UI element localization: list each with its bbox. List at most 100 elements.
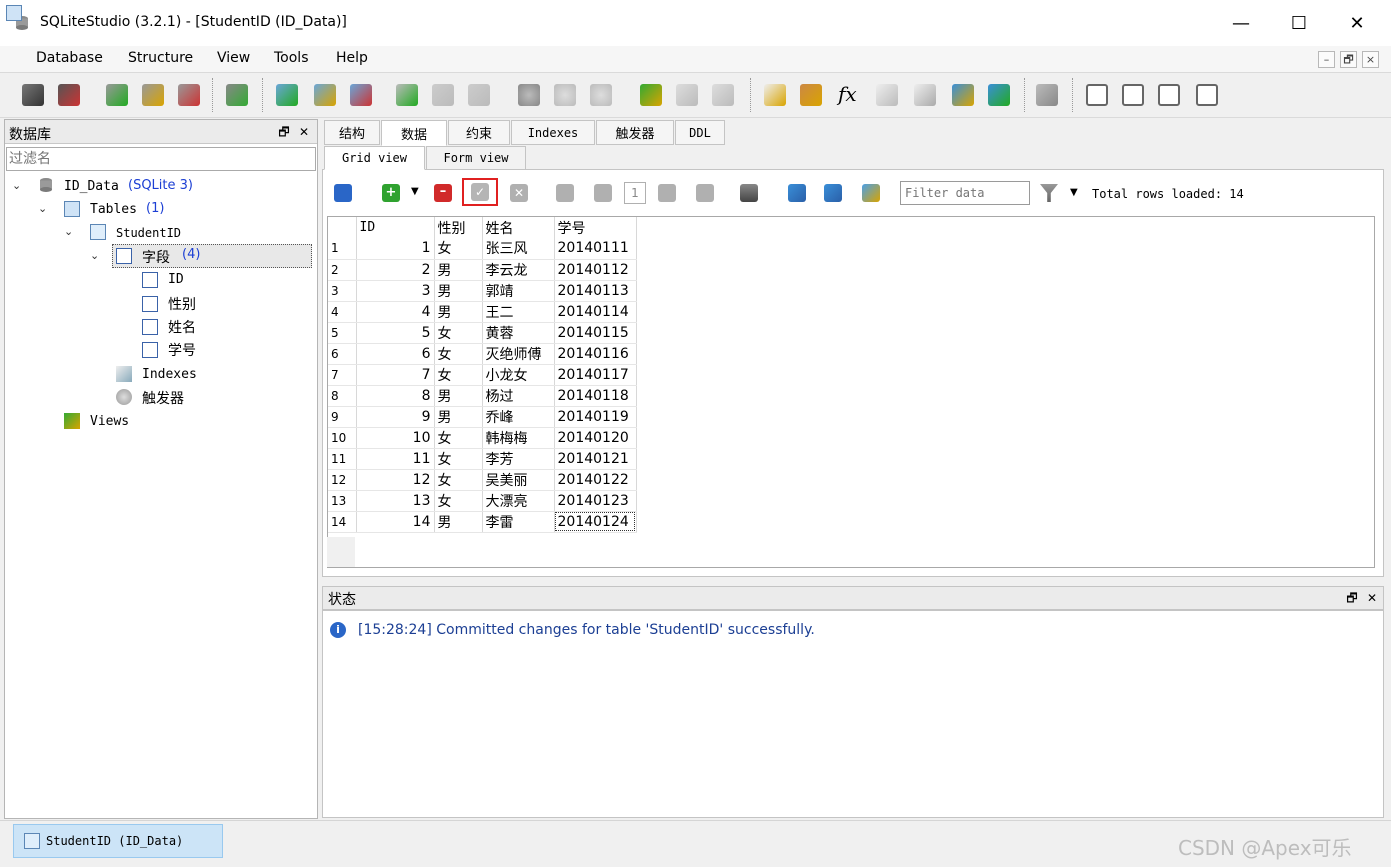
print-icon[interactable] <box>740 184 758 202</box>
column-header[interactable]: 姓名 <box>482 217 555 238</box>
student-no-cell[interactable]: 20140115 <box>554 322 637 344</box>
student-no-cell[interactable]: 20140111 <box>554 238 637 260</box>
subtab-grid-view[interactable]: Grid view <box>324 146 425 170</box>
import-grid-icon[interactable] <box>824 184 842 202</box>
sex-cell[interactable]: 男 <box>434 280 483 302</box>
tree-column-item[interactable]: ID <box>168 272 184 287</box>
table-row[interactable]: 4 4 男王二 20140114 <box>328 301 637 323</box>
name-cell[interactable]: 王二 <box>482 301 555 323</box>
sex-cell[interactable]: 男 <box>434 511 483 533</box>
add-view-icon[interactable] <box>640 84 662 106</box>
name-cell[interactable]: 灭绝师傅 <box>482 343 555 365</box>
name-cell[interactable]: 杨过 <box>482 385 555 407</box>
tree-column-item[interactable]: 性别 <box>168 294 196 314</box>
name-cell[interactable]: 乔峰 <box>482 406 555 428</box>
tab-data[interactable]: 数据 <box>381 120 447 146</box>
sex-cell[interactable]: 女 <box>434 322 483 344</box>
id-cell[interactable]: 8 <box>356 385 435 407</box>
tab-constraints[interactable]: 约束 <box>448 120 510 145</box>
filter-data-input[interactable] <box>900 181 1030 205</box>
page-number-input[interactable]: 1 <box>624 182 646 204</box>
minimize-button[interactable]: — <box>1212 0 1270 46</box>
id-cell[interactable]: 4 <box>356 301 435 323</box>
row-number-cell[interactable]: 11 <box>328 448 357 470</box>
functions-icon[interactable]: fx <box>838 82 857 106</box>
student-no-cell[interactable]: 20140121 <box>554 448 637 470</box>
sex-cell[interactable]: 女 <box>434 490 483 512</box>
row-number-cell[interactable]: 14 <box>328 511 357 533</box>
mdi-minimize-button[interactable]: – <box>1318 51 1335 68</box>
rollback-icon[interactable]: ✕ <box>510 184 528 202</box>
delete-view-icon[interactable] <box>712 84 734 106</box>
sql-editor-icon[interactable] <box>764 84 786 106</box>
mdi-close-button[interactable]: × <box>1362 51 1379 68</box>
first-page-icon[interactable] <box>556 184 574 202</box>
id-cell[interactable]: 13 <box>356 490 435 512</box>
subtab-form-view[interactable]: Form view <box>426 146 526 170</box>
name-cell[interactable]: 小龙女 <box>482 364 555 386</box>
tree-triggers-label[interactable]: 触发器 <box>142 388 184 408</box>
name-cell[interactable]: 吴美丽 <box>482 469 555 491</box>
insert-dropdown-icon[interactable]: ▼ <box>411 186 419 197</box>
dock-close-button[interactable]: ✕ <box>296 124 312 140</box>
close-button[interactable]: ✕ <box>1328 0 1386 46</box>
expand-table-icon[interactable]: ⌄ <box>64 225 73 238</box>
row-number-cell[interactable]: 10 <box>328 427 357 449</box>
table-row[interactable]: 1 1 女张三风 20140111 <box>328 238 637 260</box>
expand-columns-icon[interactable]: ⌄ <box>90 249 99 262</box>
export-grid-icon[interactable] <box>788 184 806 202</box>
column-header[interactable]: ID <box>356 217 435 238</box>
row-number-cell[interactable]: 12 <box>328 469 357 491</box>
import-data-icon[interactable] <box>988 84 1010 106</box>
student-no-cell[interactable]: 20140114 <box>554 301 637 323</box>
import-icon[interactable] <box>800 84 822 106</box>
student-no-cell[interactable]: 20140123 <box>554 490 637 512</box>
table-row[interactable]: 10 10 女韩梅梅 20140120 <box>328 427 637 449</box>
table-row[interactable]: 11 11 女李芳 20140121 <box>328 448 637 470</box>
refresh-data-icon[interactable] <box>334 184 352 202</box>
delete-row-icon[interactable]: – <box>434 184 452 202</box>
student-no-cell[interactable]: 20140117 <box>554 364 637 386</box>
menu-view[interactable]: View <box>217 50 250 66</box>
sex-cell[interactable]: 男 <box>434 385 483 407</box>
id-cell[interactable]: 14 <box>356 511 435 533</box>
name-cell[interactable]: 李云龙 <box>482 259 555 281</box>
name-cell[interactable]: 黄蓉 <box>482 322 555 344</box>
table-row[interactable]: 8 8 男杨过 20140118 <box>328 385 637 407</box>
refresh-db-icon[interactable] <box>226 84 248 106</box>
id-cell[interactable]: 11 <box>356 448 435 470</box>
id-cell[interactable]: 1 <box>356 238 435 260</box>
name-cell[interactable]: 韩梅梅 <box>482 427 555 449</box>
add-table-icon[interactable] <box>276 84 298 106</box>
table-row[interactable]: 3 3 男郭靖 20140113 <box>328 280 637 302</box>
row-number-cell[interactable]: 6 <box>328 343 357 365</box>
name-cell[interactable]: 张三风 <box>482 238 555 260</box>
tab-ddl[interactable]: DDL <box>675 120 725 145</box>
id-cell[interactable]: 7 <box>356 364 435 386</box>
add-trigger-icon[interactable] <box>518 84 540 106</box>
db-filter-input[interactable] <box>6 147 316 171</box>
menu-structure[interactable]: Structure <box>128 50 193 66</box>
edit-index-icon[interactable] <box>432 84 454 106</box>
maximize-button[interactable]: ☐ <box>1270 0 1328 46</box>
next-page-icon[interactable] <box>658 184 676 202</box>
disconnect-db-icon[interactable] <box>58 84 80 106</box>
table-row[interactable]: 14 14 男李雷 20140124 <box>328 511 637 533</box>
tree-indexes-label[interactable]: Indexes <box>142 367 197 382</box>
connect-db-icon[interactable] <box>22 84 44 106</box>
populate-icon[interactable] <box>862 184 880 202</box>
edit-table-icon[interactable] <box>314 84 336 106</box>
status-close-button[interactable]: ✕ <box>1364 590 1380 606</box>
delete-db-icon[interactable] <box>178 84 200 106</box>
tree-views-label[interactable]: Views <box>90 414 129 429</box>
name-cell[interactable]: 郭靖 <box>482 280 555 302</box>
name-cell[interactable]: 李雷 <box>482 511 555 533</box>
menu-help[interactable]: Help <box>336 50 368 66</box>
delete-index-icon[interactable] <box>468 84 490 106</box>
tab-structure[interactable]: 结构 <box>324 120 380 145</box>
row-number-cell[interactable]: 5 <box>328 322 357 344</box>
row-number-cell[interactable]: 1 <box>328 238 357 260</box>
tree-tables-label[interactable]: Tables <box>90 202 137 217</box>
mdi-window-icon[interactable] <box>6 5 22 21</box>
insert-row-icon[interactable]: + <box>382 184 400 202</box>
